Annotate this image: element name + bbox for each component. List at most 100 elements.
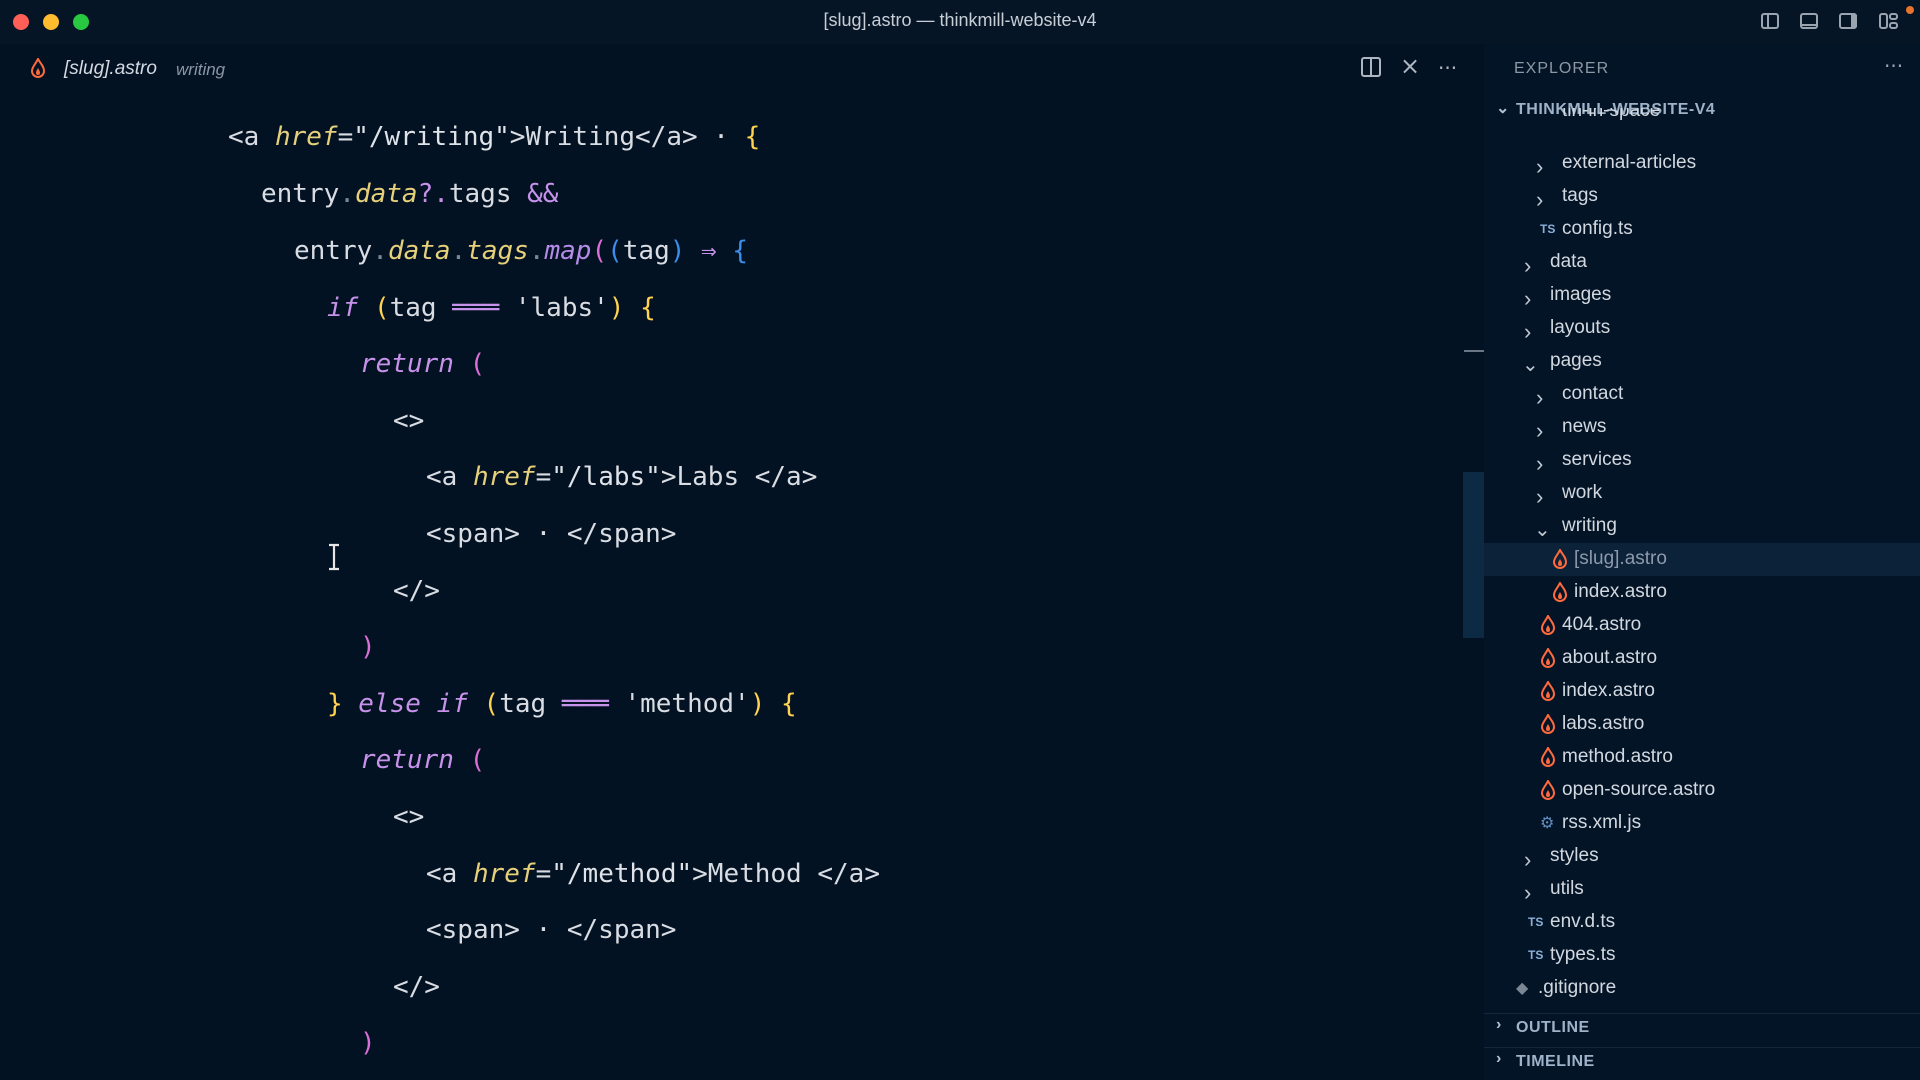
tree-item[interactable]: ⌄ writing [1484,510,1920,543]
chevron-right-icon: › [1524,253,1532,278]
more-actions-icon[interactable]: ··· [1438,56,1457,80]
tree-item-label: layouts [1550,317,1611,338]
tree-item-label: tags [1562,185,1598,206]
code-line: ) [360,1028,376,1058]
code-line: <a href="/writing">Writing</a> · { [228,122,761,152]
tree-item[interactable]: open-source.astro [1484,774,1920,807]
tree-item-label: types.ts [1550,944,1616,965]
tree-item-label: open-source.astro [1562,779,1716,800]
chevron-right-icon: › [1536,154,1544,179]
tree-item-label: tin-in-space [1562,108,1661,121]
tree-item[interactable]: TS env.d.ts [1484,906,1920,939]
tree-item-label: config.ts [1562,218,1633,239]
tree-item-label: services [1562,449,1632,470]
astro-file-icon [1540,778,1556,804]
tree-item-label: [slug].astro [1574,548,1667,569]
tree-item[interactable]: TS config.ts [1484,213,1920,246]
tree-item[interactable]: ◆ .gitignore [1484,972,1920,1005]
astro-file-icon [1540,712,1556,738]
tree-item[interactable]: labs.astro [1484,708,1920,741]
code-line: <span> · </span> [426,915,677,945]
tree-item[interactable]: › work [1484,477,1920,510]
tree-item[interactable]: › external-articles [1484,147,1920,180]
tree-item[interactable]: › styles [1484,840,1920,873]
explorer-sidebar: EXPLORER ··· ⌄ THINKMILL-WEBSITE-V4 ›tin… [1484,44,1920,1080]
code-line: <a href="/labs">Labs </a> [426,462,818,492]
chevron-right-icon: › [1536,115,1543,122]
toggle-secondary-sidebar-icon[interactable] [1838,12,1860,32]
chevron-right-icon: › [1536,451,1544,476]
tree-item[interactable]: › services [1484,444,1920,477]
code-line: <span> · </span> [426,519,677,549]
active-tab-filename[interactable]: [slug].astro [64,58,157,80]
tree-item[interactable]: TS types.ts [1484,939,1920,972]
tree-item-label: .gitignore [1538,977,1617,998]
code-editor[interactable]: <a href="/writing">Writing</a> · { entry… [0,94,1462,1080]
tree-item[interactable]: about.astro [1484,642,1920,675]
tree-item-label: method.astro [1562,746,1673,767]
tree-item-label: 404.astro [1562,614,1642,635]
astro-file-icon [1540,745,1556,771]
tree-item-label: contact [1562,383,1624,404]
tree-item[interactable]: › contact [1484,378,1920,411]
tree-item[interactable]: › data [1484,246,1920,279]
chevron-right-icon: › [1536,418,1544,443]
toggle-panel-icon[interactable] [1799,12,1821,32]
chevron-right-icon: › [1496,1050,1502,1067]
timeline-section[interactable]: › TIMELINE [1484,1048,1920,1078]
tree-item-label: index.astro [1574,581,1667,602]
tree-item[interactable]: › tags [1484,180,1920,213]
chevron-right-icon: › [1496,1016,1502,1033]
chevron-right-icon: › [1536,385,1544,410]
astro-file-icon [1540,613,1556,639]
chevron-right-icon: › [1536,484,1544,509]
text-cursor-icon [326,543,342,575]
tree-item[interactable]: › images [1484,279,1920,312]
code-line: </> [393,972,440,1002]
tree-item-label: about.astro [1562,647,1658,668]
code-line: <a href="/method">Method </a> [426,859,880,889]
editor-scrollbar-thumb[interactable] [1463,472,1484,638]
tree-item-label: data [1550,251,1587,272]
code-line: entry.data.tags.map((tag) ⇒ { [294,236,749,266]
split-editor-icon[interactable] [1360,56,1382,83]
toggle-primary-sidebar-icon[interactable] [1760,12,1782,32]
tree-item[interactable]: index.astro [1484,576,1920,609]
tree-item[interactable]: 404.astro [1484,609,1920,642]
tree-item-label: rss.xml.js [1562,812,1642,833]
tree-item[interactable]: › news [1484,411,1920,444]
git-file-icon: ◆ [1516,980,1529,997]
scrollbar-marker [1464,350,1484,352]
typescript-file-icon: TS [1528,915,1544,929]
typescript-file-icon: TS [1540,222,1556,236]
chevron-down-icon: ⌄ [1534,519,1551,541]
code-line: ) [360,632,376,662]
tree-item[interactable]: [slug].astro [1484,543,1920,576]
tree-item-label: news [1562,416,1607,437]
tree-item-label: writing [1562,515,1617,536]
tree-item[interactable]: ⚙ rss.xml.js [1484,807,1920,840]
chevron-right-icon: › [1536,187,1544,212]
code-line: <> [393,406,425,436]
tree-item[interactable]: › layouts [1484,312,1920,345]
astro-file-icon [1540,679,1556,705]
tree-item[interactable]: method.astro [1484,741,1920,774]
tree-item-label: utils [1550,878,1584,899]
astro-file-icon [30,56,46,82]
tree-item[interactable]: index.astro [1484,675,1920,708]
chevron-right-icon: › [1524,847,1532,872]
code-line: return ( [360,349,486,379]
title-bar: [slug].astro — thinkmill-website-v4 [0,0,1920,44]
tree-item[interactable]: › utils [1484,873,1920,906]
close-tab-icon[interactable]: × [1400,52,1420,80]
explorer-more-icon[interactable]: ··· [1884,54,1903,78]
tree-item[interactable]: ⌄ pages [1484,345,1920,378]
gear-file-icon: ⚙ [1540,815,1555,832]
tree-item-label: work [1562,482,1603,503]
code-line: </> [393,576,440,606]
outline-section[interactable]: › OUTLINE [1484,1014,1920,1044]
tree-item-label: labs.astro [1562,713,1645,734]
customize-layout-icon[interactable] [1878,12,1900,32]
tree-item[interactable]: › tin-in-space [1484,108,1920,122]
window-title: [slug].astro — thinkmill-website-v4 [823,10,1097,30]
